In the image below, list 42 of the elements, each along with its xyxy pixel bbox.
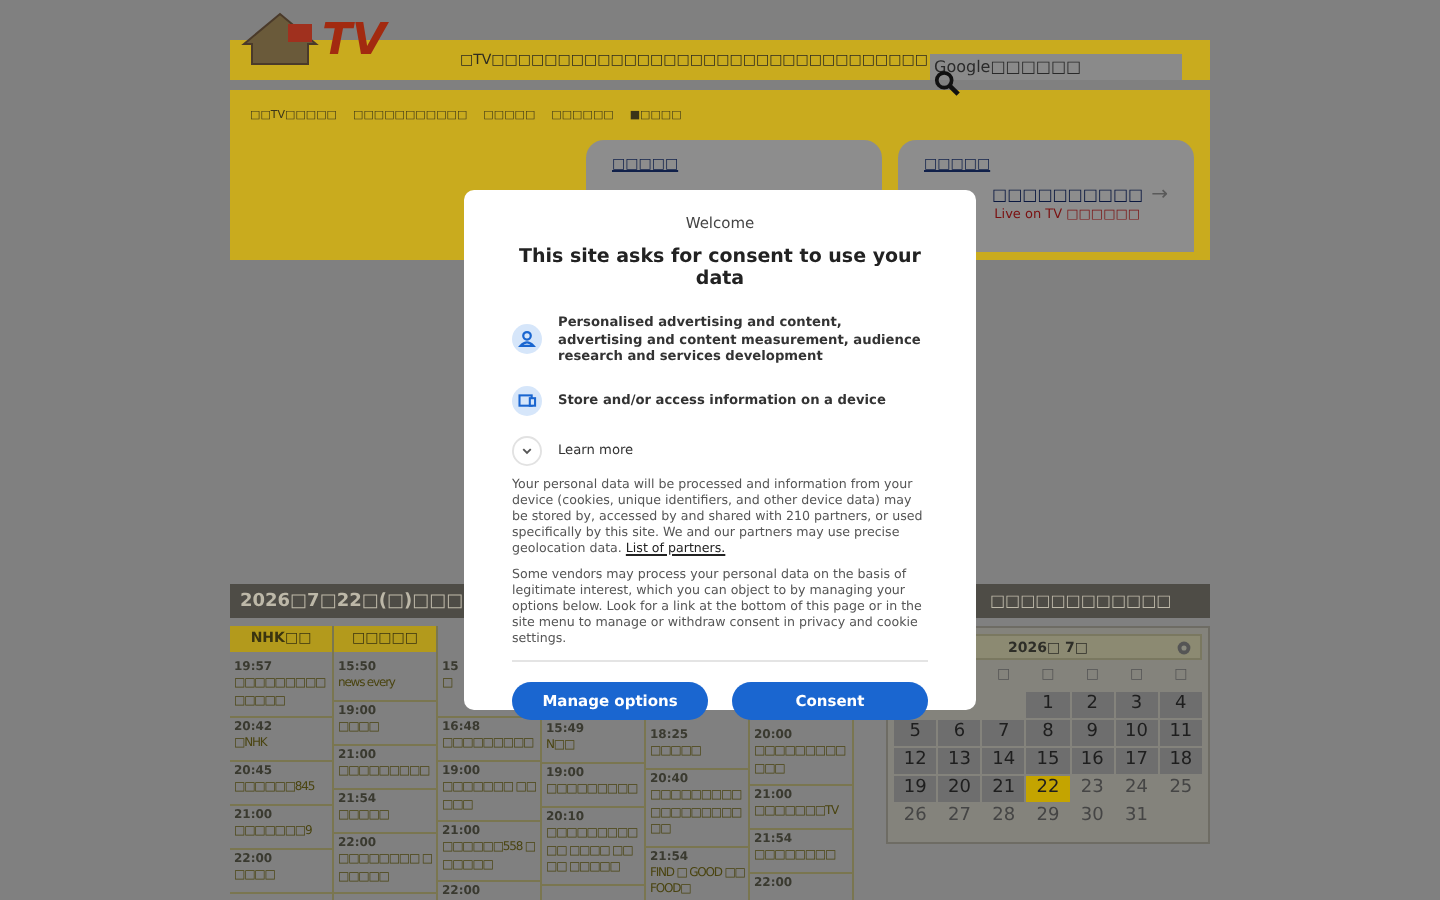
calendar-day[interactable]: 20 <box>938 776 981 802</box>
chevron-down-icon[interactable] <box>512 435 542 465</box>
circle-icon[interactable] <box>1176 639 1192 655</box>
calendar-day: 26 <box>894 804 937 830</box>
calendar-day[interactable]: 7 <box>982 720 1025 746</box>
schedule-title: 2026□7□22□(□)□□□ <box>240 591 464 611</box>
person-icon <box>512 324 542 355</box>
calendar-day[interactable]: 15 <box>1026 748 1070 774</box>
calendar-day[interactable]: 13 <box>938 748 981 774</box>
calendar-day: 23 <box>1071 776 1114 802</box>
calendar-day: 28 <box>982 804 1025 830</box>
calendar-day[interactable]: 8 <box>1026 720 1070 746</box>
calendar-day[interactable]: 9 <box>1071 720 1114 746</box>
calendar-day[interactable]: 21 <box>982 776 1025 802</box>
side-title: □□□□□□□□□□□□ <box>990 592 1172 610</box>
calendar-day: 25 <box>1159 776 1202 802</box>
calendar-day: 29 <box>1026 804 1070 830</box>
calendar-day[interactable]: 16 <box>1071 748 1114 774</box>
calendar-day[interactable]: 6 <box>938 720 981 746</box>
arrow: → <box>1151 184 1168 206</box>
calendar-day[interactable]: 1 <box>1026 692 1070 718</box>
calendar-day[interactable]: 3 <box>1115 692 1158 718</box>
card-headline: □□□□□□□□□□ <box>992 186 1144 204</box>
calendar-day[interactable]: 17 <box>1115 748 1158 774</box>
calendar-day: 31 <box>1115 804 1158 830</box>
calendar-day[interactable]: 2 <box>1071 692 1114 718</box>
device-icon <box>512 385 542 415</box>
search-field[interactable]: Google□□□□□□ <box>930 53 1182 79</box>
calendar-day[interactable]: 19 <box>894 776 937 802</box>
house-icon <box>240 8 320 68</box>
calendar-day: 24 <box>1115 776 1158 802</box>
dialog-title: This site asks for consent to use your data <box>516 246 923 290</box>
calendar-day[interactable]: 4 <box>1159 692 1202 718</box>
calendar-day[interactable]: 5 <box>894 720 937 746</box>
calendar-day[interactable]: 18 <box>1159 748 1202 774</box>
calendar-day[interactable]: 14 <box>982 748 1025 774</box>
calendar-day[interactable]: 22 <box>1026 776 1070 802</box>
calendar-day[interactable]: 12 <box>894 748 937 774</box>
calendar-day[interactable]: 10 <box>1115 720 1158 746</box>
calendar-day[interactable]: 11 <box>1159 720 1202 746</box>
calendar-day: 30 <box>1071 804 1114 830</box>
calendar-day: 27 <box>938 804 981 830</box>
